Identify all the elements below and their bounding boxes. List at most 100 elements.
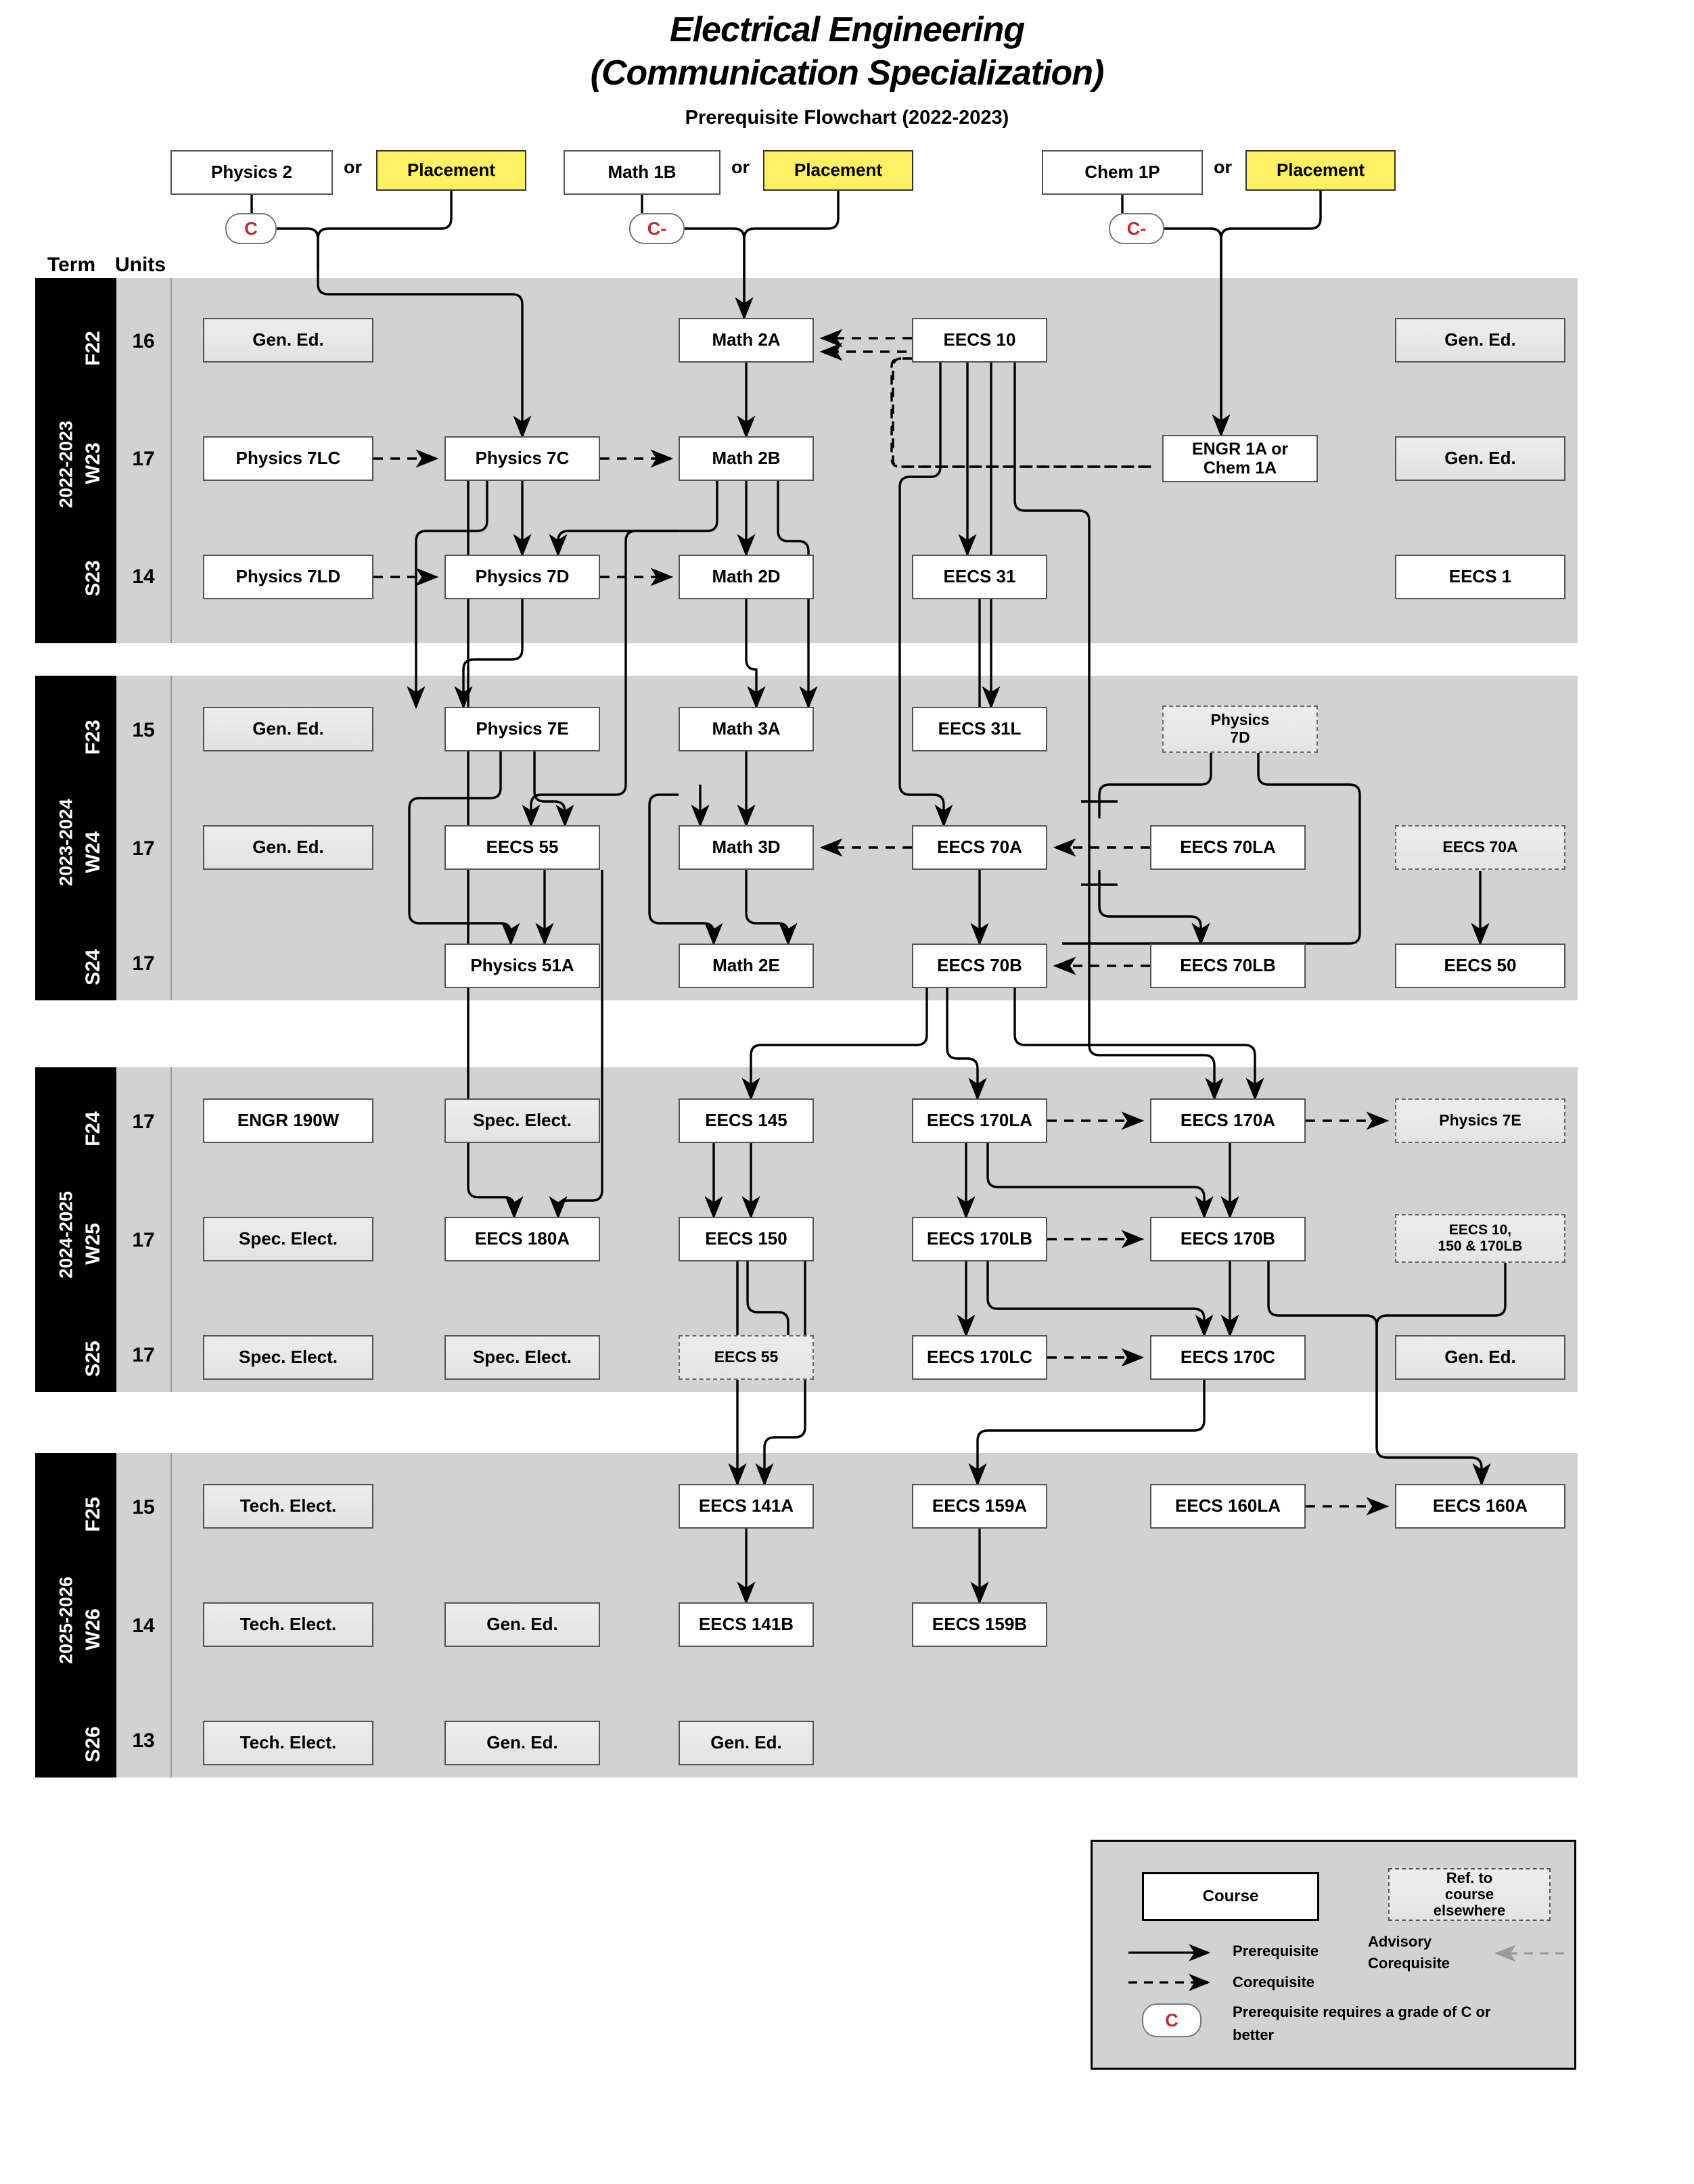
course-box-gen-ed-f23[interactable]: Gen. Ed. — [203, 707, 373, 751]
placement-box-physics[interactable]: Placement — [376, 150, 526, 191]
course-box-eecs-70b[interactable]: EECS 70B — [912, 944, 1047, 988]
course-box-spec-elect-s25-a[interactable]: Spec. Elect. — [203, 1335, 373, 1380]
course-box-eecs-160a[interactable]: EECS 160A — [1395, 1484, 1565, 1529]
units-column-header: Units — [115, 254, 166, 276]
units-value-s23: 14 — [132, 565, 155, 588]
course-box-gen-ed-f22-left[interactable]: Gen. Ed. — [203, 318, 373, 363]
course-box-spec-elect-s25-b[interactable]: Spec. Elect. — [444, 1335, 600, 1380]
flowchart-page: Electrical Engineering (Communication Sp… — [0, 0, 1694, 2184]
term-label-f23: F23 — [82, 720, 104, 755]
course-box-math-3a[interactable]: Math 3A — [679, 707, 814, 751]
course-box-eecs-1[interactable]: EECS 1 — [1395, 555, 1565, 599]
grade-bubble-c-physics: C — [225, 213, 277, 244]
course-box-eecs-170a[interactable]: EECS 170A — [1150, 1098, 1306, 1143]
course-box-eecs-70lb[interactable]: EECS 70LB — [1150, 944, 1306, 988]
course-box-physics-51a[interactable]: Physics 51A — [444, 944, 600, 988]
page-title-line2: (Communication Specialization) — [590, 53, 1105, 93]
units-value-f24: 17 — [132, 1111, 155, 1133]
course-box-engr-1a-chem-1a[interactable]: ENGR 1A or Chem 1A — [1162, 435, 1318, 482]
term-label-w26: W26 — [82, 1608, 104, 1650]
course-box-eecs-70a[interactable]: EECS 70A — [912, 825, 1047, 870]
course-box-eecs-10[interactable]: EECS 10 — [912, 318, 1047, 363]
course-box-gen-ed-s26-b[interactable]: Gen. Ed. — [679, 1721, 814, 1765]
units-value-f23: 15 — [132, 719, 155, 741]
course-box-math-2a[interactable]: Math 2A — [679, 318, 814, 363]
course-box-physics-7c[interactable]: Physics 7C — [444, 436, 600, 481]
term-label-s24: S24 — [82, 949, 104, 985]
course-box-eecs-180a[interactable]: EECS 180A — [444, 1217, 600, 1261]
units-value-w24: 17 — [132, 837, 155, 860]
course-box-eecs-170b[interactable]: EECS 170B — [1150, 1217, 1306, 1261]
course-box-eecs-141b[interactable]: EECS 141B — [679, 1602, 814, 1647]
course-box-gen-ed-s25[interactable]: Gen. Ed. — [1395, 1335, 1565, 1380]
course-box-eecs-170lb[interactable]: EECS 170LB — [912, 1217, 1047, 1261]
legend-advisory-line2: Corequisite — [1368, 1955, 1450, 1972]
units-value-w26: 14 — [132, 1614, 155, 1637]
course-box-eecs-55[interactable]: EECS 55 — [444, 825, 600, 870]
course-box-tech-elect-s26[interactable]: Tech. Elect. — [203, 1721, 373, 1765]
term-label-w23: W23 — [82, 442, 104, 484]
legend-prerequisite-label: Prerequisite — [1233, 1943, 1319, 1959]
units-value-f22: 16 — [132, 330, 155, 352]
course-box-physics-2[interactable]: Physics 2 — [170, 150, 333, 195]
course-box-math-3d[interactable]: Math 3D — [679, 825, 814, 870]
course-box-physics-7ld[interactable]: Physics 7LD — [203, 555, 373, 599]
ref-box-physics-7d[interactable]: Physics 7D — [1162, 705, 1318, 753]
course-box-gen-ed-w23[interactable]: Gen. Ed. — [1395, 436, 1565, 481]
units-value-w23: 17 — [132, 448, 155, 470]
or-label-2: or — [731, 157, 750, 177]
course-box-eecs-70la[interactable]: EECS 70LA — [1150, 825, 1306, 870]
term-label-f22: F22 — [82, 331, 104, 366]
course-box-gen-ed-w26[interactable]: Gen. Ed. — [444, 1602, 600, 1647]
course-box-tech-elect-f25[interactable]: Tech. Elect. — [203, 1484, 373, 1529]
units-value-f25: 15 — [132, 1496, 155, 1518]
course-box-gen-ed-w24[interactable]: Gen. Ed. — [203, 825, 373, 870]
course-box-gen-ed-f22-right[interactable]: Gen. Ed. — [1395, 318, 1565, 363]
units-value-s24: 17 — [132, 952, 155, 975]
course-box-engr-190w[interactable]: ENGR 190W — [203, 1098, 373, 1143]
units-value-w25: 17 — [132, 1229, 155, 1251]
course-box-spec-elect-w25[interactable]: Spec. Elect. — [203, 1217, 373, 1261]
legend-grade-text-line2: better — [1233, 2026, 1275, 2043]
course-box-eecs-159b[interactable]: EECS 159B — [912, 1602, 1047, 1647]
course-box-physics-7lc[interactable]: Physics 7LC — [203, 436, 373, 481]
course-box-eecs-170c[interactable]: EECS 170C — [1150, 1335, 1306, 1380]
course-box-math-2b[interactable]: Math 2B — [679, 436, 814, 481]
course-box-eecs-170la[interactable]: EECS 170LA — [912, 1098, 1047, 1143]
course-box-chem-1p[interactable]: Chem 1P — [1042, 150, 1203, 195]
placement-box-math[interactable]: Placement — [763, 150, 913, 191]
course-box-eecs-31l[interactable]: EECS 31L — [912, 707, 1047, 751]
ref-box-physics-7e[interactable]: Physics 7E — [1395, 1098, 1565, 1143]
course-box-math-2d[interactable]: Math 2D — [679, 555, 814, 599]
ref-box-eecs-70a[interactable]: EECS 70A — [1395, 825, 1565, 870]
ref-physics-7d-line2: 7D — [1230, 728, 1250, 746]
course-box-physics-7e[interactable]: Physics 7E — [444, 707, 600, 751]
course-box-eecs-145[interactable]: EECS 145 — [679, 1098, 814, 1143]
course-box-eecs-160la[interactable]: EECS 160LA — [1150, 1484, 1306, 1529]
ref-box-eecs-10-150-170lb[interactable]: EECS 10, 150 & 170LB — [1395, 1214, 1565, 1263]
course-box-eecs-150[interactable]: EECS 150 — [679, 1217, 814, 1261]
term-label-f24: F24 — [82, 1111, 104, 1146]
course-box-math-2e[interactable]: Math 2E — [679, 944, 814, 988]
course-box-eecs-141a[interactable]: EECS 141A — [679, 1484, 814, 1529]
course-box-eecs-170lc[interactable]: EECS 170LC — [912, 1335, 1047, 1380]
ref-eecs-combo-line1: EECS 10, — [1448, 1222, 1512, 1238]
course-box-spec-elect-f24[interactable]: Spec. Elect. — [444, 1098, 600, 1143]
legend-corequisite-label: Corequisite — [1233, 1974, 1315, 1991]
ref-eecs-combo-line2: 150 & 170LB — [1438, 1238, 1523, 1254]
grade-bubble-cminus-chem: C- — [1109, 213, 1164, 244]
course-box-eecs-31[interactable]: EECS 31 — [912, 555, 1047, 599]
units-value-s26: 13 — [132, 1729, 155, 1752]
year-label-2022-2023: 2022-2023 — [55, 420, 76, 509]
placement-box-chem[interactable]: Placement — [1245, 150, 1396, 191]
course-box-gen-ed-s26-a[interactable]: Gen. Ed. — [444, 1721, 600, 1765]
year-label-2024-2025: 2024-2025 — [55, 1190, 76, 1279]
engr-1a-line2: Chem 1A — [1203, 459, 1277, 478]
legend-grade-bubble: C — [1142, 2003, 1201, 2037]
course-box-physics-7d[interactable]: Physics 7D — [444, 555, 600, 599]
course-box-eecs-50[interactable]: EECS 50 — [1395, 944, 1565, 988]
course-box-math-1b[interactable]: Math 1B — [564, 150, 720, 195]
course-box-tech-elect-w26[interactable]: Tech. Elect. — [203, 1602, 373, 1647]
course-box-eecs-159a[interactable]: EECS 159A — [912, 1484, 1047, 1529]
ref-box-eecs-55[interactable]: EECS 55 — [679, 1335, 814, 1380]
